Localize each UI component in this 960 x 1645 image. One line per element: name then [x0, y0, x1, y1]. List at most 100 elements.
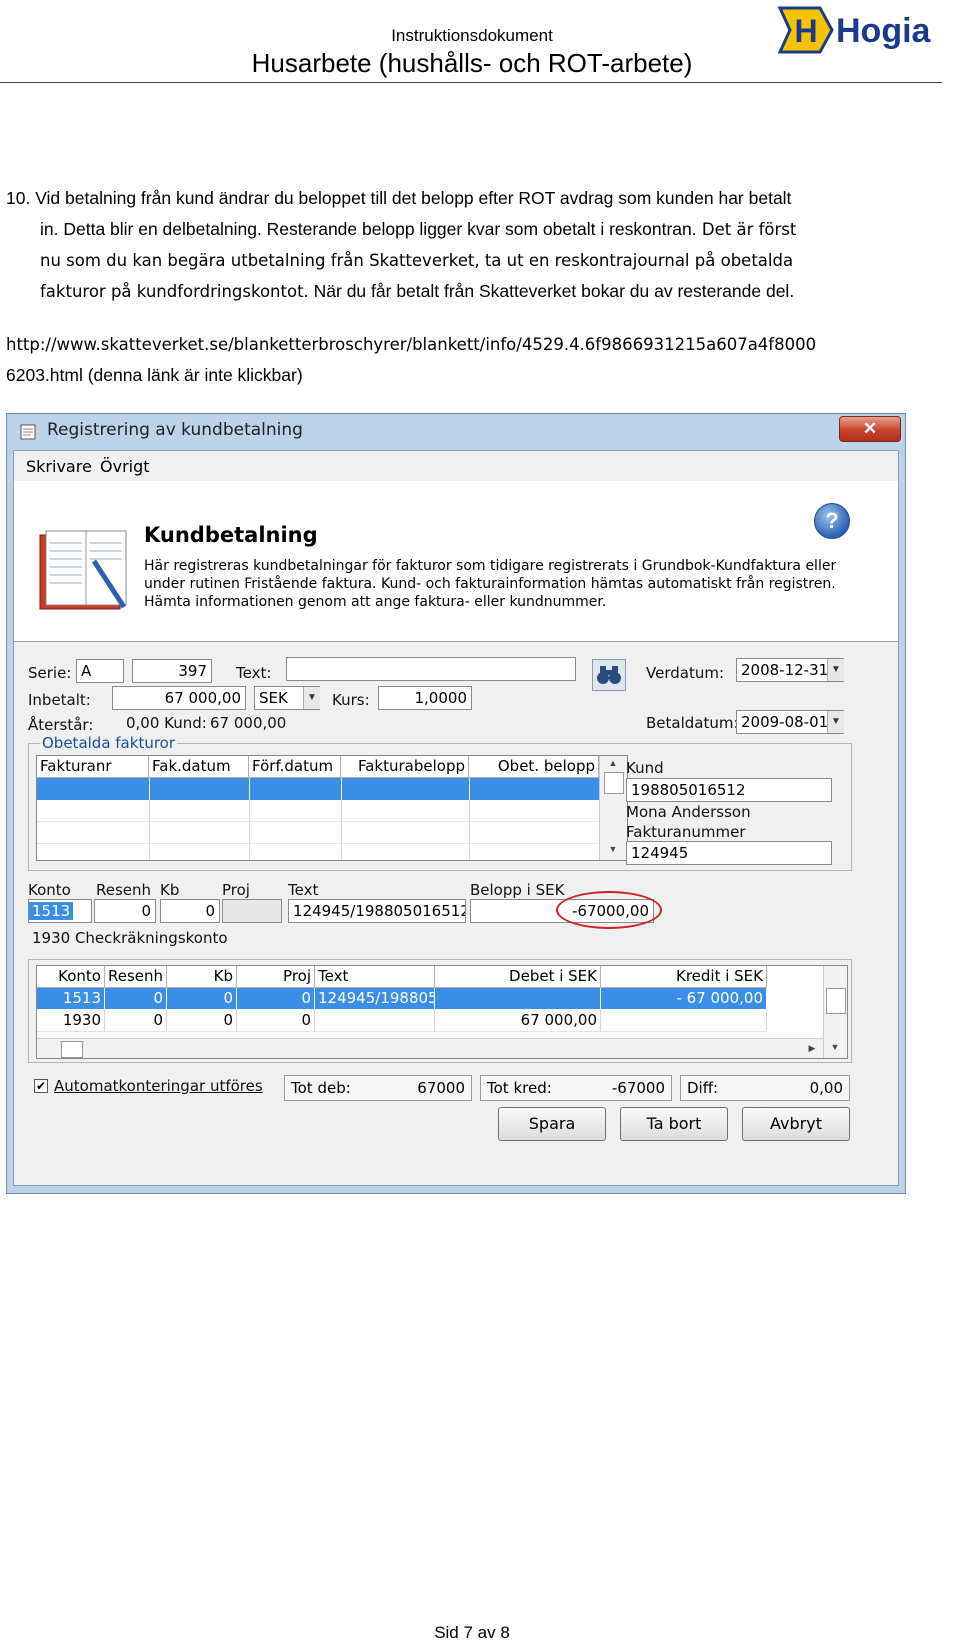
fakturanummer-field[interactable]: 124945: [626, 841, 832, 865]
chevron-down-icon: ▼: [827, 711, 844, 733]
para-line-2: in. Detta blir en delbetalning. Resteran…: [40, 219, 697, 239]
column-header[interactable]: Kb: [167, 966, 237, 988]
unpaid-invoices-grid[interactable]: Fakturanr Fak.datum Förf.datum Fakturabe…: [36, 755, 628, 861]
menu-ovrigt[interactable]: Övrigt: [100, 457, 150, 476]
cell-debet: [435, 988, 601, 1010]
kundbetalning-window: Registrering av kundbetalning ✕ Skrivare…: [6, 413, 906, 1194]
auto-checkbox[interactable]: ✔: [34, 1079, 48, 1093]
column-header[interactable]: Obet. belopp: [469, 756, 599, 778]
vertical-scrollbar[interactable]: ▲ ▼: [599, 756, 627, 860]
konto-field[interactable]: 1513: [28, 899, 92, 923]
column-header[interactable]: Konto: [37, 966, 105, 988]
column-header[interactable]: Kredit i SEK: [601, 966, 767, 988]
scroll-down-icon[interactable]: ▼: [600, 844, 626, 854]
url-line-2: 6203.html (denna länk är inte klickbar): [6, 365, 303, 385]
kb-label: Kb: [160, 881, 180, 899]
banner-description: Här registreras kundbetalningar för fakt…: [144, 558, 837, 610]
empty-rows: [37, 800, 599, 860]
column-header[interactable]: Fakturabelopp: [341, 756, 469, 778]
resenh-label: Resenh: [96, 881, 152, 899]
tot-deb-value: 67000: [417, 1079, 465, 1097]
column-header[interactable]: Proj: [237, 966, 315, 988]
para-line-2b: Det är först: [696, 220, 797, 239]
serie-field[interactable]: A: [76, 659, 124, 683]
cell-kredit: - 67 000,00: [601, 988, 767, 1010]
text-entry-field[interactable]: 124945/198805016512/M: [288, 899, 466, 923]
save-button[interactable]: Spara: [498, 1107, 606, 1141]
cancel-button[interactable]: Avbryt: [742, 1107, 850, 1141]
aterstar-value: 0,00 Kund:: [126, 714, 207, 732]
text-field[interactable]: [286, 657, 576, 681]
app-icon: [20, 424, 36, 440]
chevron-down-icon: ▼: [303, 687, 320, 709]
kund-amount: 67 000,00: [210, 714, 287, 732]
kurs-field[interactable]: 1,0000: [378, 686, 472, 710]
verdatum-label: Verdatum:: [646, 664, 724, 682]
betaldatum-dropdown[interactable]: 2009-08-01 ▼: [736, 710, 844, 734]
hogia-logo: H Hogia: [777, 6, 932, 54]
horizontal-scrollbar[interactable]: ▶: [37, 1038, 823, 1058]
cell-kredit: [601, 1010, 767, 1032]
verdatum-dropdown[interactable]: 2008-12-31 ▼: [736, 658, 844, 682]
para-line-1: 10. Vid betalning från kund ändrar du be…: [6, 188, 792, 208]
scroll-thumb[interactable]: [604, 772, 624, 794]
auto-label[interactable]: Automatkonteringar utföres: [54, 1077, 263, 1095]
vertical-scrollbar[interactable]: ▼: [823, 966, 847, 1058]
cell-proj: 0: [237, 988, 315, 1010]
ledger-book-icon: [39, 530, 127, 610]
delete-button[interactable]: Ta bort: [620, 1107, 728, 1141]
table-row[interactable]: 1513 0 0 0 124945/19880501 - 67 000,00: [37, 988, 767, 1010]
kund-label: Kund: [626, 759, 664, 777]
tot-kred-value: -67000: [611, 1079, 665, 1097]
column-header[interactable]: Debet i SEK: [435, 966, 601, 988]
column-header[interactable]: Text: [315, 966, 435, 988]
inbetalt-field[interactable]: 67 000,00: [112, 686, 246, 710]
instruction-paragraph: 10. Vid betalning från kund ändrar du be…: [6, 183, 936, 307]
logo-text: Hogia: [836, 12, 932, 50]
tot-deb-label: Tot deb:: [291, 1079, 351, 1097]
scroll-down-icon[interactable]: ▼: [824, 1042, 846, 1052]
cell-kb: 0: [167, 1010, 237, 1032]
help-icon[interactable]: ?: [814, 503, 850, 539]
scroll-thumb[interactable]: [61, 1041, 83, 1058]
para-line-4a: fakturor på kundfordringskontot.: [40, 282, 309, 301]
column-header[interactable]: Resenh: [105, 966, 167, 988]
menu-skrivare[interactable]: Skrivare: [26, 457, 92, 476]
serie-number-field[interactable]: 397: [132, 659, 212, 683]
betaldatum-value: 2009-08-01: [737, 711, 827, 733]
belopp-label: Belopp i SEK: [470, 881, 565, 899]
close-button[interactable]: ✕: [839, 416, 901, 442]
diff-label: Diff:: [687, 1079, 719, 1097]
column-header[interactable]: Fakturanr: [37, 756, 149, 778]
scroll-right-icon[interactable]: ▶: [805, 1043, 819, 1054]
journal-grid[interactable]: Konto Resenh Kb Proj Text Debet i SEK Kr…: [36, 965, 848, 1059]
kurs-label: Kurs:: [332, 691, 370, 709]
table-row[interactable]: 1930 0 0 0 67 000,00: [37, 1010, 767, 1032]
account-name: 1930 Checkräkningskonto: [32, 929, 228, 947]
logo-letter: H: [794, 13, 817, 49]
menu-bar: Skrivare Övrigt: [14, 451, 898, 482]
proj-label: Proj: [222, 881, 250, 899]
table-row-selected[interactable]: [37, 778, 599, 800]
kb-field[interactable]: 0: [160, 899, 220, 923]
text-entry-label: Text: [288, 881, 319, 899]
highlight-ellipse: [556, 891, 662, 929]
para-line-3: nu som du kan begära utbetalning från Sk…: [40, 251, 794, 270]
diff-value: 0,00: [809, 1079, 843, 1097]
window-client: Skrivare Övrigt Kundbetalning Här regist…: [13, 450, 899, 1186]
proj-field[interactable]: [222, 899, 282, 923]
inbetalt-label: Inbetalt:: [28, 691, 91, 709]
column-header[interactable]: Förf.datum: [249, 756, 341, 778]
scroll-thumb[interactable]: [826, 988, 846, 1014]
scroll-up-icon[interactable]: ▲: [600, 758, 626, 768]
column-header[interactable]: Fak.datum: [149, 756, 249, 778]
cell-resenh: 0: [105, 988, 167, 1010]
cell-kb: 0: [167, 988, 237, 1010]
url-text: http://www.skatteverket.se/blanketterbro…: [6, 329, 936, 391]
kund-field[interactable]: 198805016512: [626, 778, 832, 802]
window-title: Registrering av kundbetalning: [47, 420, 303, 440]
resenh-field[interactable]: 0: [94, 899, 156, 923]
search-button[interactable]: [592, 659, 626, 691]
tot-kred-label: Tot kred:: [487, 1079, 552, 1097]
currency-dropdown[interactable]: SEK ▼: [254, 686, 320, 710]
